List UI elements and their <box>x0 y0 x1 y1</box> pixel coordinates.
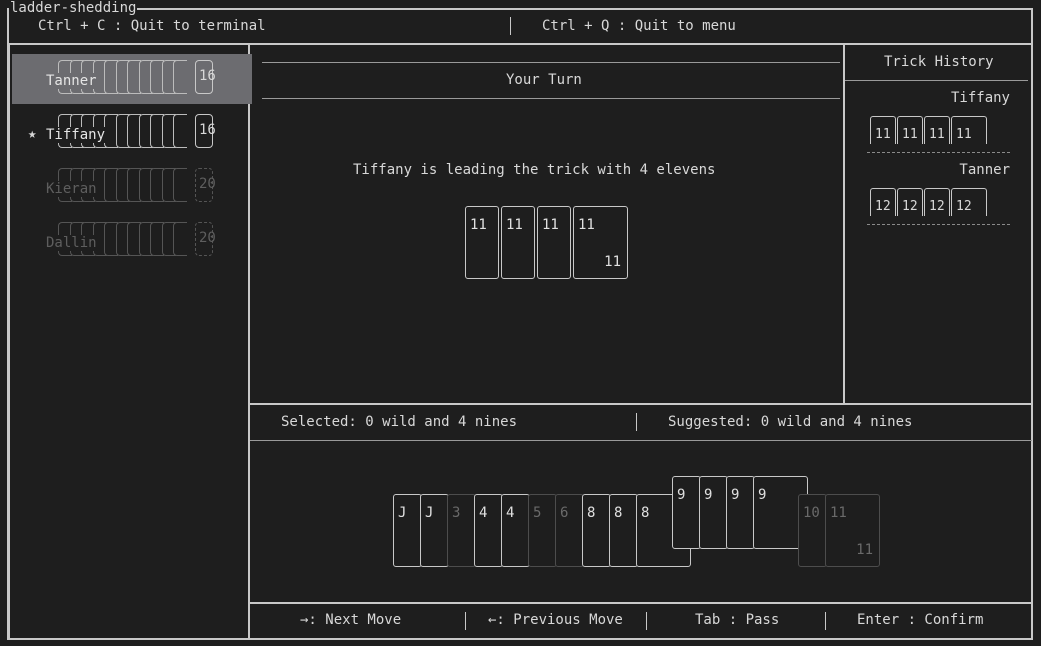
card-rank: 8 <box>614 505 623 521</box>
hand-card[interactable]: J <box>393 494 422 567</box>
card-rank: 4 <box>506 505 515 521</box>
card-rank: 11 <box>506 217 523 233</box>
trick-card: 11 <box>501 206 535 279</box>
star-icon: ★ <box>28 126 37 142</box>
trick-card: 11 11 <box>573 206 628 279</box>
history-separator <box>867 224 1010 225</box>
previous-move-shortcut[interactable]: ←: Previous Move <box>488 612 623 628</box>
history-separator <box>867 152 1010 153</box>
hand-card[interactable]: 9 <box>726 476 755 549</box>
hand-card[interactable]: 9 <box>672 476 701 549</box>
card-rank: 11 <box>830 505 847 521</box>
player-row: Dallin 20 <box>12 216 252 266</box>
card-rank: 9 <box>731 487 740 503</box>
hand-card[interactable]: 6 <box>555 494 584 567</box>
card-count: 20 <box>195 168 216 202</box>
card-rank: 9 <box>704 487 713 503</box>
app-title: ladder-shedding <box>9 0 138 16</box>
card-rank-corner: 11 <box>856 542 873 558</box>
card-back <box>173 168 187 202</box>
next-move-shortcut[interactable]: →: Next Move <box>300 612 401 628</box>
footer-divider-1 <box>465 612 466 630</box>
quit-terminal-shortcut[interactable]: Ctrl + C : Quit to terminal <box>38 18 266 34</box>
card-rank: 8 <box>587 505 596 521</box>
history-card[interactable]: 12 <box>897 188 923 216</box>
card-rank: 10 <box>803 505 820 521</box>
hand-card[interactable]: 4 <box>501 494 530 567</box>
footer-divider-3 <box>825 612 826 630</box>
history-card[interactable]: 12 <box>924 188 950 216</box>
hand-card[interactable]: 10 <box>798 494 827 567</box>
suggested-summary: Suggested: 0 wild and 4 nines <box>668 414 913 430</box>
hand-card[interactable]: 4 <box>474 494 503 567</box>
history-card[interactable]: 12 <box>951 188 987 216</box>
history-card[interactable]: 11 <box>897 116 923 144</box>
card-back <box>173 114 187 148</box>
history-card[interactable]: 11 <box>924 116 950 144</box>
quit-menu-shortcut[interactable]: Ctrl + Q : Quit to menu <box>542 18 736 34</box>
history-card[interactable]: 11 <box>870 116 896 144</box>
hand-card[interactable]: J <box>420 494 449 567</box>
history-card[interactable]: 11 <box>951 116 987 144</box>
hand-card[interactable]: 8 <box>609 494 638 567</box>
card-rank: 6 <box>560 505 569 521</box>
turn-bottom-line <box>262 98 840 99</box>
selection-top-border <box>250 403 1032 405</box>
selection-bottom-line <box>250 440 1032 441</box>
card-count: 16 <box>195 114 216 148</box>
card-rank: 4 <box>479 505 488 521</box>
selected-summary: Selected: 0 wild and 4 nines <box>281 414 518 430</box>
trick-card: 11 <box>465 206 499 279</box>
hand-card[interactable]: 9 <box>699 476 728 549</box>
history-title-line <box>845 80 1028 81</box>
card-back <box>173 60 187 94</box>
card-rank: 3 <box>452 505 461 521</box>
card-rank: J <box>398 505 407 521</box>
history-player: Tiffany <box>950 90 1010 106</box>
hand-card[interactable]: 5 <box>528 494 557 567</box>
history-player: Tanner <box>959 162 1010 178</box>
trick-status: Tiffany is leading the trick with 4 elev… <box>353 162 716 178</box>
card-back <box>173 222 187 256</box>
history-card[interactable]: 12 <box>870 188 896 216</box>
card-rank: 11 <box>470 217 487 233</box>
confirm-shortcut[interactable]: Enter : Confirm <box>857 612 983 628</box>
footer-divider-2 <box>646 612 647 630</box>
player-row: Kieran 20 <box>12 162 252 212</box>
card-rank: 11 <box>578 217 595 233</box>
turn-label: Your Turn <box>506 72 582 88</box>
selection-divider <box>636 413 637 431</box>
card-rank: J <box>425 505 434 521</box>
player-name: Kieran <box>46 181 97 197</box>
card-count: 20 <box>195 222 216 256</box>
hand-card[interactable]: 8 <box>582 494 611 567</box>
hand-card[interactable]: 3 <box>447 494 476 567</box>
card-rank: 9 <box>677 487 686 503</box>
card-rank: 5 <box>533 505 542 521</box>
card-rank: 8 <box>641 505 650 521</box>
header-divider <box>510 17 511 35</box>
hand-card[interactable]: 11 11 <box>825 494 880 567</box>
pass-shortcut[interactable]: Tab : Pass <box>695 612 779 628</box>
history-title: Trick History <box>884 54 994 70</box>
player-row: ★ Tiffany 16 <box>12 108 252 158</box>
player-name: Tiffany <box>46 127 106 143</box>
turn-top-line <box>262 62 840 63</box>
card-rank: 9 <box>758 487 767 503</box>
player-name: Dallin <box>46 235 97 251</box>
player-name: Tanner <box>46 73 97 89</box>
card-rank-corner: 11 <box>604 254 621 270</box>
card-rank: 11 <box>542 217 559 233</box>
trick-card: 11 <box>537 206 571 279</box>
footer-top-border <box>250 602 1032 604</box>
card-count: 16 <box>195 60 216 94</box>
player-row: Tanner 16 <box>12 54 252 104</box>
